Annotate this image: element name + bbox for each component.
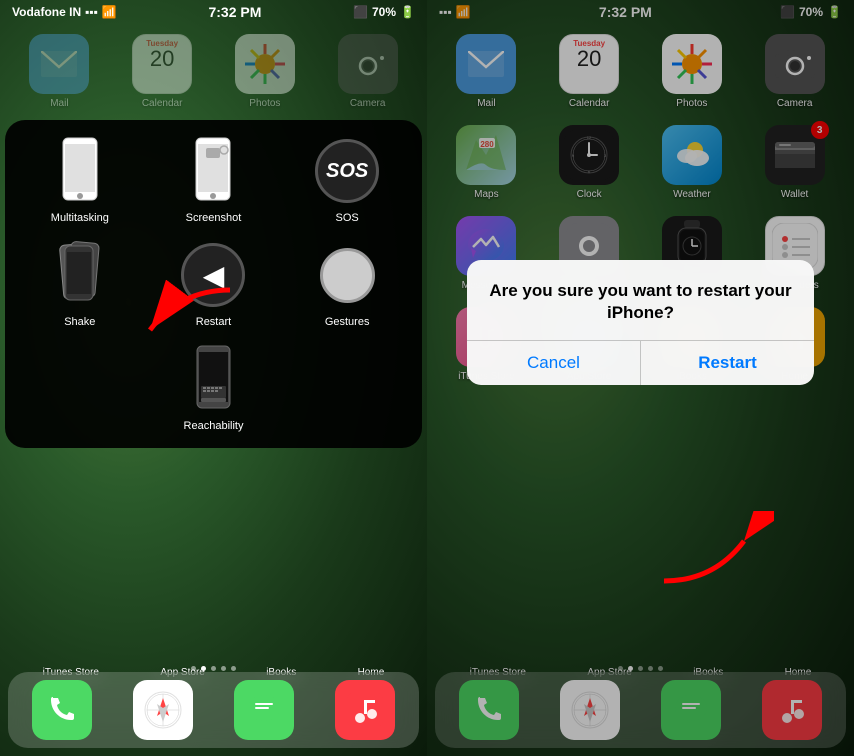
photos-label-left: Photos [249,98,280,109]
at-screenshot[interactable]: Screenshot [155,136,273,224]
camera-label-left: Camera [350,98,386,109]
app-mail-left[interactable]: Mail [12,34,107,109]
at-shake-label: Shake [64,316,95,328]
at-gestures-label: Gestures [325,316,370,328]
status-bar-left: Vodafone IN ▪▪▪ 📶 7:32 PM ⬛ 70% 🔋 [0,0,427,24]
assistive-grid: Multitasking Screenshot [21,136,406,432]
photos-icon-left [235,34,295,94]
dock-safari-left[interactable] [117,680,210,740]
at-sos-label: SOS [336,212,359,224]
dock-left [8,672,419,748]
dock-phone-left[interactable] [16,680,109,740]
gestures-icon [320,248,375,303]
messages-icon-left [234,680,294,740]
safari-icon-left [133,680,193,740]
at-multitasking[interactable]: Multitasking [21,136,139,224]
carrier-left: Vodafone IN [12,5,81,19]
time-left: 7:32 PM [208,4,261,20]
page-dots-left [0,666,427,671]
sos-icon: SOS [315,139,379,203]
at-reachability[interactable]: Reachability [155,344,273,432]
dialog-cancel-button[interactable]: Cancel [467,341,640,385]
mail-label-left: Mail [50,98,68,109]
at-sos[interactable]: SOS SOS [288,136,406,224]
assistive-touch-menu[interactable]: Multitasking Screenshot [5,120,422,448]
dialog-actions: Cancel Restart [467,341,814,385]
dialog-body: Are you sure you want to restart your iP… [467,260,814,340]
at-restart-label: Restart [196,316,231,328]
battery-icon-left: 🔋 [400,5,415,19]
right-phone-screen: ▪▪▪ 📶 7:32 PM ⬛ 70% 🔋 Mail Tuesday 20 [427,0,854,756]
dock-music-left[interactable] [318,680,411,740]
top-app-row-left: Mail Tuesday 20 Calendar [0,24,427,119]
camera-icon-left [338,34,398,94]
at-restart[interactable]: ◀ Restart [155,240,273,328]
signal-left: ▪▪▪ [85,5,98,19]
calendar-icon-left: Tuesday 20 [132,34,192,94]
battery-left: 70% [372,5,396,19]
dot4 [221,666,226,671]
mail-icon-left [29,34,89,94]
app-photos-left[interactable]: Photos [218,34,313,109]
dot1 [191,666,196,671]
app-calendar-left[interactable]: Tuesday 20 Calendar [115,34,210,109]
phone-icon-left [32,680,92,740]
at-screenshot-label: Screenshot [186,212,242,224]
dock-messages-left[interactable] [218,680,311,740]
at-gestures[interactable]: Gestures [288,240,406,328]
dot3 [211,666,216,671]
at-multitasking-label: Multitasking [51,212,109,224]
restart-dialog: Are you sure you want to restart your iP… [467,260,814,385]
dialog-title: Are you sure you want to restart your iP… [483,280,798,324]
dot2 [201,666,206,671]
at-reachability-label: Reachability [184,420,244,432]
app-camera-left[interactable]: Camera [320,34,415,109]
restart-icon: ◀ [181,243,245,307]
at-shake[interactable]: Shake [21,240,139,328]
bt-left: ⬛ [353,5,368,19]
dot5 [231,666,236,671]
dialog-restart-button[interactable]: Restart [641,341,814,385]
music-icon-left [335,680,395,740]
left-phone-screen: Vodafone IN ▪▪▪ 📶 7:32 PM ⬛ 70% 🔋 Mail T… [0,0,427,756]
wifi-left: 📶 [102,5,117,19]
calendar-label-left: Calendar [142,98,183,109]
